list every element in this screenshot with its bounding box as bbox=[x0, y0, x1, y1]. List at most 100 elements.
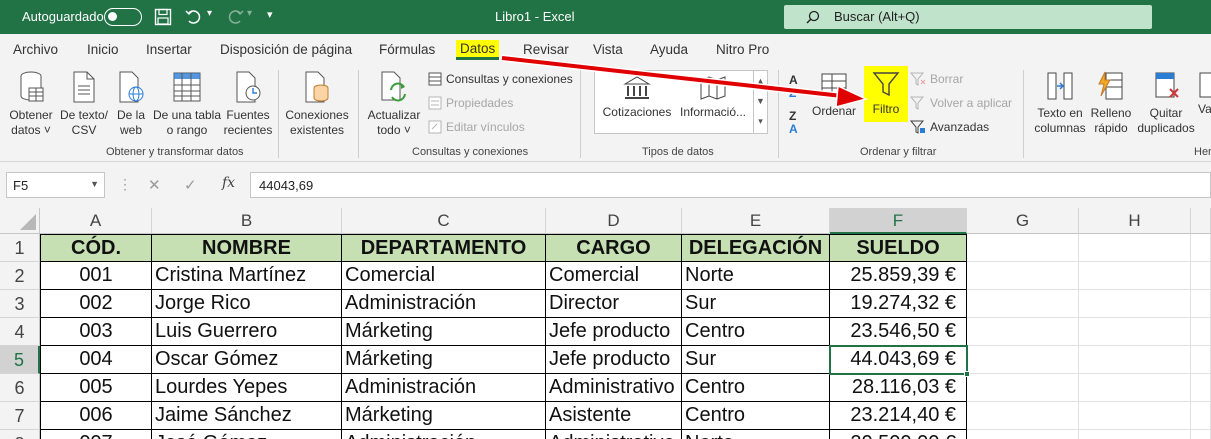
formula-input[interactable]: 44043,69 bbox=[250, 172, 1211, 198]
row-header-1[interactable]: 1 bbox=[0, 234, 40, 262]
empty-cell[interactable] bbox=[967, 402, 1079, 430]
cell-name[interactable]: Jorge Rico bbox=[152, 290, 342, 318]
empty-cell[interactable] bbox=[1191, 402, 1211, 430]
row-header-6[interactable]: 6 bbox=[0, 374, 40, 402]
tab-vista[interactable]: Vista bbox=[593, 42, 623, 57]
cell-salary[interactable]: 44.043,69 € bbox=[830, 346, 967, 374]
empty-cell[interactable] bbox=[967, 374, 1079, 402]
autosave-toggle[interactable] bbox=[104, 8, 142, 26]
get-data-button[interactable]: Obtener datos ˅ bbox=[6, 70, 56, 138]
row-header-7[interactable]: 7 bbox=[0, 402, 40, 430]
cell-delegation[interactable]: Centro bbox=[682, 402, 830, 430]
cell-salary[interactable]: 23.214,40 € bbox=[830, 402, 967, 430]
empty-cell[interactable] bbox=[1191, 430, 1211, 439]
column-header-a[interactable]: A bbox=[40, 208, 152, 234]
flash-fill-button[interactable]: Relleno rápido bbox=[1088, 70, 1134, 136]
search-box[interactable]: Buscar (Alt+Q) bbox=[784, 5, 1152, 29]
empty-cell[interactable] bbox=[967, 346, 1079, 374]
empty-cell[interactable] bbox=[1191, 262, 1211, 290]
sort-az-icon[interactable]: AZ bbox=[789, 74, 798, 100]
empty-cell[interactable] bbox=[967, 234, 1079, 262]
select-all-corner[interactable] bbox=[0, 208, 40, 234]
empty-cell[interactable] bbox=[1079, 234, 1191, 262]
cell-department[interactable]: Administración bbox=[342, 430, 546, 439]
cell-department[interactable]: Márketing bbox=[342, 402, 546, 430]
cell-position[interactable]: Jefe producto bbox=[546, 346, 682, 374]
cell-salary[interactable]: 20.500,00 € bbox=[830, 430, 967, 439]
insert-function-icon[interactable]: fx bbox=[222, 175, 235, 191]
column-header-e[interactable]: E bbox=[682, 208, 830, 234]
empty-cell[interactable] bbox=[1191, 318, 1211, 346]
refresh-all-button[interactable]: Actualizar todo ˅ bbox=[364, 70, 424, 138]
cell-position[interactable]: Director bbox=[546, 290, 682, 318]
cell-department[interactable]: Administración bbox=[342, 290, 546, 318]
cell-code[interactable]: 006 bbox=[40, 402, 152, 430]
text-to-columns-button[interactable]: Texto en columnas bbox=[1030, 70, 1090, 136]
customize-toolbar-icon[interactable]: ▾ bbox=[267, 8, 273, 21]
cell-code[interactable]: 003 bbox=[40, 318, 152, 346]
empty-cell[interactable] bbox=[1079, 346, 1191, 374]
cell-code[interactable]: 005 bbox=[40, 374, 152, 402]
tab-insertar[interactable]: Insertar bbox=[146, 42, 192, 57]
empty-cell[interactable] bbox=[967, 430, 1079, 439]
empty-cell[interactable] bbox=[1079, 374, 1191, 402]
tab-formulas[interactable]: Fórmulas bbox=[379, 42, 435, 57]
advanced-filter-button[interactable]: Avanzadas bbox=[910, 120, 989, 134]
cell-name[interactable]: Jaime Sánchez bbox=[152, 402, 342, 430]
empty-cell[interactable] bbox=[1079, 290, 1191, 318]
header-cell-delegation[interactable]: DELEGACIÓN bbox=[682, 234, 830, 262]
cell-delegation[interactable]: Sur bbox=[682, 346, 830, 374]
tab-archivo[interactable]: Archivo bbox=[13, 42, 58, 57]
column-header-g[interactable]: G bbox=[967, 208, 1079, 234]
empty-cell[interactable] bbox=[967, 262, 1079, 290]
row-header-3[interactable]: 3 bbox=[0, 290, 40, 318]
undo-dropdown-icon[interactable]: ▾ bbox=[207, 8, 212, 19]
empty-cell[interactable] bbox=[1191, 346, 1211, 374]
tab-nitro-pro[interactable]: Nitro Pro bbox=[716, 42, 769, 57]
row-header-2[interactable]: 2 bbox=[0, 262, 40, 290]
name-box[interactable]: F5 ▼ bbox=[6, 172, 105, 198]
cell-position[interactable]: Jefe producto bbox=[546, 318, 682, 346]
stocks-button[interactable]: Cotizaciones bbox=[599, 75, 675, 120]
empty-cell[interactable] bbox=[1191, 234, 1211, 262]
cell-department[interactable]: Márketing bbox=[342, 318, 546, 346]
cell-department[interactable]: Márketing bbox=[342, 346, 546, 374]
column-header-i[interactable] bbox=[1191, 208, 1211, 234]
existing-connections-button[interactable]: Conexiones existentes bbox=[282, 70, 352, 138]
cell-position[interactable]: Administrativo bbox=[546, 430, 682, 439]
header-cell-salary[interactable]: SUELDO bbox=[830, 234, 967, 262]
cell-position[interactable]: Asistente bbox=[546, 402, 682, 430]
header-cell-name[interactable]: NOMBRE bbox=[152, 234, 342, 262]
cell-department[interactable]: Comercial bbox=[342, 262, 546, 290]
recent-sources-button[interactable]: Fuentes recientes bbox=[223, 70, 273, 138]
cell-name[interactable]: Cristina Martínez bbox=[152, 262, 342, 290]
column-header-c[interactable]: C bbox=[342, 208, 546, 234]
empty-cell[interactable] bbox=[1079, 262, 1191, 290]
cell-code[interactable]: 007 bbox=[40, 430, 152, 439]
filter-button[interactable]: Filtro bbox=[864, 66, 908, 122]
empty-cell[interactable] bbox=[1079, 318, 1191, 346]
tab-datos[interactable]: Datos bbox=[456, 40, 500, 60]
column-header-f[interactable]: F bbox=[830, 208, 967, 234]
header-cell-department[interactable]: DEPARTAMENTO bbox=[342, 234, 546, 262]
empty-cell[interactable] bbox=[1079, 402, 1191, 430]
cell-position[interactable]: Comercial bbox=[546, 262, 682, 290]
header-cell-code[interactable]: CÓD. bbox=[40, 234, 152, 262]
geography-button[interactable]: Informació... bbox=[679, 75, 747, 120]
column-header-d[interactable]: D bbox=[546, 208, 682, 234]
row-header-5[interactable]: 5 bbox=[0, 346, 40, 374]
header-cell-position[interactable]: CARGO bbox=[546, 234, 682, 262]
from-text-csv-button[interactable]: De texto/ CSV bbox=[57, 70, 111, 138]
cell-salary[interactable]: 23.546,50 € bbox=[830, 318, 967, 346]
cell-delegation[interactable]: Norte bbox=[682, 430, 830, 439]
save-icon[interactable] bbox=[154, 8, 172, 26]
gallery-scroll[interactable]: ▲ ▼ ▾ bbox=[753, 71, 767, 133]
cell-delegation[interactable]: Norte bbox=[682, 262, 830, 290]
cell-delegation[interactable]: Centro bbox=[682, 318, 830, 346]
empty-cell[interactable] bbox=[967, 290, 1079, 318]
data-validation-button[interactable]: Va bbox=[1198, 70, 1211, 117]
row-header-8[interactable]: 8 bbox=[0, 430, 40, 439]
tab-ayuda[interactable]: Ayuda bbox=[650, 42, 688, 57]
tab-revisar[interactable]: Revisar bbox=[523, 42, 569, 57]
row-header-4[interactable]: 4 bbox=[0, 318, 40, 346]
